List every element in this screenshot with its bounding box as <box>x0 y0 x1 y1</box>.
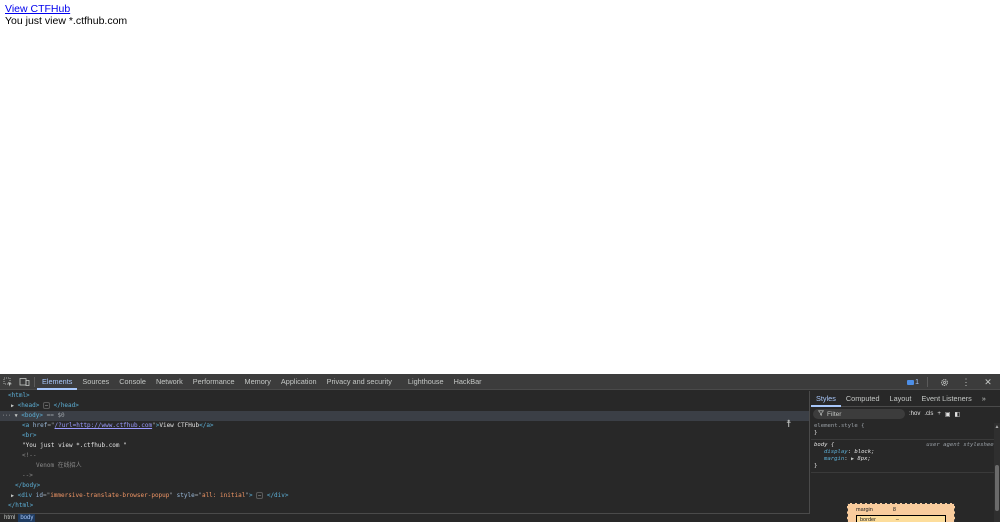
dom-more-dots-icon[interactable]: ··· <box>2 413 11 419</box>
devtools-toolbar: Elements Sources Console Network Perform… <box>0 374 1000 390</box>
scroll-up-arrow-icon[interactable]: ▲ <box>994 424 1000 430</box>
computed-sidebar-toggle-icon[interactable]: ◧ <box>955 411 961 418</box>
styles-tabbar: Styles Computed Layout Event Listeners » <box>811 391 1000 407</box>
css-declaration-margin[interactable]: margin: ▶ 8px; <box>814 456 997 463</box>
devtools-panel: Elements Sources Console Network Perform… <box>0 374 1000 522</box>
settings-gear-icon[interactable] <box>936 374 952 390</box>
messages-badge[interactable]: 1 <box>907 379 919 386</box>
dom-comment-text[interactable]: Venom 在线招人 <box>0 461 809 471</box>
dom-node-body-close[interactable]: </body> <box>0 481 809 491</box>
tab-sources[interactable]: Sources <box>77 374 114 390</box>
tab-network[interactable]: Network <box>151 374 188 390</box>
tab-computed[interactable]: Computed <box>841 391 885 407</box>
message-count: 1 <box>915 378 919 386</box>
tab-layout[interactable]: Layout <box>885 391 917 407</box>
dom-node-html-close[interactable]: </html> <box>0 501 809 511</box>
tab-event-listeners[interactable]: Event Listeners <box>916 391 976 407</box>
breadcrumb: html body <box>0 513 810 522</box>
tab-elements[interactable]: Elements <box>37 374 78 390</box>
dom-text-node[interactable]: "You just view *.ctfhub.com " <box>0 441 809 451</box>
filter-funnel-icon <box>817 410 825 418</box>
toolbar-right-actions: 1 ⋮ ✕ <box>907 374 996 390</box>
box-model-border-label: border <box>860 517 876 522</box>
body-style-rule[interactable]: body { user agent stylesheet display: bl… <box>811 440 1000 473</box>
toolbar-divider <box>34 376 35 387</box>
tab-privacy-and-security[interactable]: Privacy and security <box>322 374 397 390</box>
dom-comment-open[interactable]: <!-- <box>0 451 809 461</box>
message-icon <box>907 379 915 385</box>
box-model-diagram: margin 8 border – <box>847 503 955 522</box>
breadcrumb-html[interactable]: html <box>4 514 15 522</box>
toolbar-divider-right <box>927 377 928 387</box>
tab-lighthouse[interactable]: Lighthouse <box>403 374 449 390</box>
hover-state-toggle[interactable]: :hov <box>909 411 920 417</box>
inspect-element-icon[interactable] <box>0 374 16 390</box>
tab-styles[interactable]: Styles <box>811 391 841 407</box>
more-options-kebab-icon[interactable]: ⋮ <box>958 374 974 390</box>
dom-node-div-popup[interactable]: ▶ <div id="immersive-translate-browser-p… <box>0 491 809 501</box>
expand-arrow-icon[interactable]: ▶ <box>11 493 14 499</box>
close-devtools-icon[interactable]: ✕ <box>980 374 996 390</box>
dom-node-body-selected[interactable]: ··· ▼ <body> == $0 <box>0 411 809 421</box>
more-tabs-chevron-icon[interactable]: » <box>977 391 991 407</box>
page-body-text: You just view *.ctfhub.com <box>5 15 128 27</box>
accessibility-tree-icon[interactable]: ☨ <box>786 419 791 430</box>
element-style-rule[interactable]: element.style { } <box>811 421 1000 440</box>
dom-node-html[interactable]: <html> <box>0 391 809 401</box>
page-viewport: View CTFHub You just view *.ctfhub.com <box>0 0 1000 374</box>
tab-application[interactable]: Application <box>276 374 322 390</box>
styles-sidebar: Styles Computed Layout Event Listeners »… <box>811 391 1000 522</box>
devtools-main: <html> ▶ <head> … </head> ··· ▼ <body> =… <box>0 391 1000 522</box>
dom-node-anchor[interactable]: <a href="/?url=http://www.ctfhub.com">Vi… <box>0 421 809 431</box>
styles-filter-row: Filter :hov .cls + ▣ ◧ <box>811 407 1000 421</box>
class-toggle[interactable]: .cls <box>924 411 933 417</box>
tab-console[interactable]: Console <box>114 374 151 390</box>
collapsed-ellipsis[interactable]: … <box>42 402 50 409</box>
dom-comment-close[interactable]: --> <box>0 471 809 481</box>
scrollbar-thumb[interactable] <box>995 465 999 511</box>
box-model-margin-label: margin <box>856 507 873 513</box>
expand-arrow-icon[interactable]: ▶ <box>11 403 14 409</box>
styles-scrollbar[interactable] <box>994 423 1000 522</box>
view-ctfhub-link[interactable]: View CTFHub <box>5 3 995 15</box>
breadcrumb-body[interactable]: body <box>18 514 36 522</box>
box-model-border-value[interactable]: – <box>896 517 899 522</box>
user-agent-stylesheet-label: user agent stylesheet <box>926 442 997 448</box>
styles-filter-input[interactable]: Filter <box>813 409 905 419</box>
dom-node-br[interactable]: <br> <box>0 431 809 441</box>
add-rule-plus-icon[interactable]: + <box>937 411 941 417</box>
collapse-arrow-icon[interactable]: ▼ <box>15 413 18 419</box>
href-link[interactable]: /?url=http://www.ctfhub.com <box>55 422 153 429</box>
paint-bucket-icon[interactable]: ▣ <box>945 411 951 418</box>
tab-performance[interactable]: Performance <box>188 374 240 390</box>
elements-dom-tree: <html> ▶ <head> … </head> ··· ▼ <body> =… <box>0 391 810 522</box>
box-model-margin-value[interactable]: 8 <box>893 507 896 513</box>
collapsed-ellipsis[interactable]: … <box>256 492 264 499</box>
css-declaration-display[interactable]: display: block; <box>814 449 997 456</box>
tab-memory[interactable]: Memory <box>240 374 276 390</box>
box-model-border: border – <box>856 515 946 522</box>
tab-hackbar[interactable]: HackBar <box>449 374 487 390</box>
device-toolbar-icon[interactable] <box>16 374 32 390</box>
dom-node-head[interactable]: ▶ <head> … </head> <box>0 401 809 411</box>
